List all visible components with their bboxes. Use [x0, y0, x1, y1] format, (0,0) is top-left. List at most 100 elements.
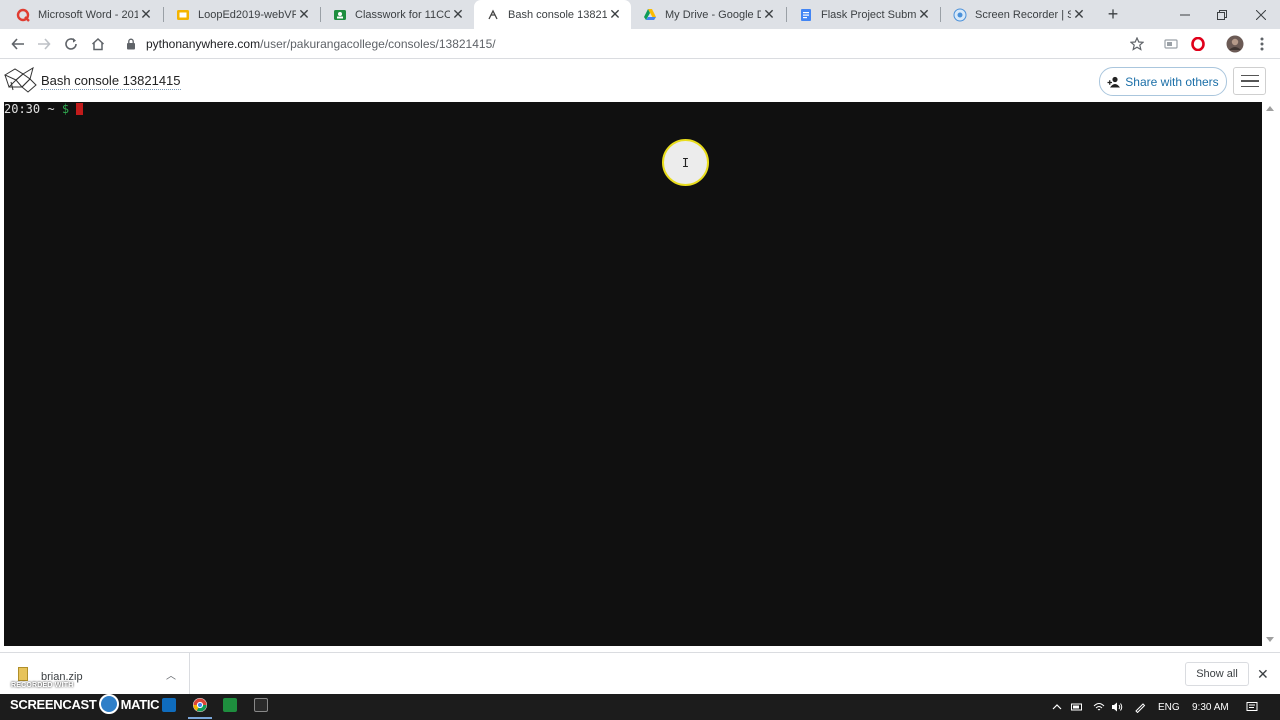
minimize-icon	[1180, 14, 1190, 15]
volume-icon[interactable]	[1111, 701, 1123, 713]
tab-my-drive[interactable]: My Drive - Google Dri ✕	[631, 0, 785, 29]
hamburger-line	[1240, 80, 1259, 82]
hamburger-line	[1240, 74, 1259, 77]
close-tab-icon[interactable]: ✕	[1071, 6, 1087, 23]
address-bar[interactable]: pythonanywhere.com /user/pakurangacolleg…	[117, 32, 1151, 56]
shell-prompt: 20:30 ~ $	[4, 102, 84, 116]
battery-icon[interactable]	[1071, 701, 1083, 713]
watermark-brand-left: SCREENCAST	[10, 696, 97, 712]
pen-icon[interactable]	[1134, 701, 1146, 714]
outlook-taskbar-icon[interactable]	[162, 698, 176, 712]
bookmark-button[interactable]	[1125, 32, 1149, 56]
forward-button[interactable]	[32, 32, 56, 56]
close-window-button[interactable]	[1242, 0, 1280, 29]
extension-opera-button[interactable]	[1186, 32, 1210, 56]
tab-bash-console[interactable]: Bash console 138214 ✕	[474, 0, 631, 29]
close-tab-icon[interactable]: ✕	[138, 6, 154, 23]
chrome-taskbar-icon[interactable]	[193, 698, 207, 712]
tab-looped-webvr[interactable]: LoopEd2019-webVR - ✕	[164, 0, 320, 29]
drive-icon	[643, 8, 657, 22]
prompt-time: 20:30	[4, 102, 41, 116]
tab-title: Microsoft Word - 2019	[38, 8, 138, 21]
scroll-up-arrow-icon[interactable]	[1266, 106, 1274, 111]
tab-microsoft-word[interactable]: Microsoft Word - 2019 ✕	[4, 0, 162, 29]
screencast-logo-icon	[98, 694, 119, 714]
tab-title: My Drive - Google Dri	[665, 8, 761, 21]
zip-file-icon	[18, 667, 28, 681]
terminal-cursor	[76, 103, 84, 115]
browser-menu-button[interactable]	[1250, 32, 1274, 56]
taskbar-clock[interactable]: 9:30 AM	[1192, 694, 1229, 720]
reload-button[interactable]	[59, 32, 83, 56]
recorded-with-label: RECORDED WITH	[11, 682, 74, 689]
url-path: /user/pakurangacollege/consoles/13821415…	[260, 37, 496, 51]
restore-button[interactable]	[1203, 0, 1241, 29]
lock-icon	[126, 38, 136, 50]
prompt-directory: ~	[47, 102, 55, 116]
bash-terminal[interactable]: 20:30 ~ $	[4, 102, 1262, 646]
browser-tab-strip: Microsoft Word - 2019 ✕ LoopEd2019-webVR…	[0, 0, 1280, 29]
pythonanywhere-logo-icon[interactable]	[3, 65, 37, 95]
tab-flask-project[interactable]: Flask Project Submissi ✕	[787, 0, 940, 29]
reload-icon	[65, 38, 77, 50]
cast-icon	[1164, 39, 1178, 49]
chevron-up-icon[interactable]: ︿	[166, 667, 176, 682]
notifications-icon[interactable]	[1246, 701, 1258, 713]
restore-icon	[1217, 9, 1227, 20]
show-hidden-icons-icon[interactable]	[1051, 701, 1063, 713]
share-button-label: Share with others	[1125, 74, 1219, 89]
new-tab-button[interactable]: +	[1103, 4, 1123, 24]
avatar-icon	[1226, 35, 1244, 53]
more-vertical-icon	[1260, 37, 1264, 51]
home-icon	[91, 37, 105, 51]
download-shelf: brian.zip ︿ Show all ✕	[0, 652, 1280, 695]
docs-icon	[799, 8, 813, 22]
opera-icon	[1191, 37, 1205, 51]
close-tab-icon[interactable]: ✕	[296, 6, 312, 23]
tab-title: Bash console 138214	[508, 8, 607, 21]
tab-screen-recorder[interactable]: Screen Recorder | Scre ✕	[941, 0, 1095, 29]
close-shelf-icon[interactable]: ✕	[1257, 666, 1269, 683]
pythonanywhere-icon	[486, 8, 500, 22]
close-icon	[1256, 9, 1266, 20]
input-language[interactable]: ENG	[1158, 694, 1180, 720]
prompt-symbol: $	[61, 102, 70, 116]
close-tab-icon[interactable]: ✕	[450, 6, 466, 23]
console-title[interactable]: Bash console 13821415	[41, 73, 181, 90]
tab-title: LoopEd2019-webVR -	[198, 8, 296, 21]
show-all-downloads-button[interactable]: Show all	[1185, 662, 1249, 686]
tab-title: Classwork for 11COM	[355, 8, 450, 21]
hamburger-menu-button[interactable]	[1233, 67, 1266, 95]
minimize-button[interactable]	[1166, 0, 1204, 29]
close-tab-icon[interactable]: ✕	[916, 6, 932, 23]
share-with-others-button[interactable]: Share with others	[1099, 67, 1227, 96]
notepad-taskbar-icon[interactable]	[223, 698, 237, 712]
profile-avatar[interactable]	[1223, 32, 1247, 56]
back-arrow-icon	[11, 38, 24, 50]
tab-title: Screen Recorder | Scre	[975, 8, 1071, 21]
text-cursor-icon: I	[681, 155, 690, 170]
terminal-scrollbar[interactable]	[1262, 102, 1280, 646]
active-app-indicator	[188, 717, 212, 719]
screencast-watermark: SCREENCAST MATIC	[10, 694, 160, 714]
add-user-icon	[1107, 76, 1121, 88]
scroll-down-arrow-icon[interactable]	[1266, 637, 1274, 642]
slides-icon	[176, 8, 190, 22]
home-button[interactable]	[86, 32, 110, 56]
console-header: Bash console 13821415 Share with others	[0, 60, 1280, 102]
quip-icon	[16, 8, 30, 22]
hamburger-line	[1240, 85, 1259, 88]
terminal-taskbar-icon[interactable]	[254, 698, 268, 712]
tab-classwork[interactable]: Classwork for 11COM ✕	[321, 0, 474, 29]
url-host: pythonanywhere.com	[146, 37, 261, 51]
watermark-brand-right: MATIC	[120, 696, 160, 712]
forward-arrow-icon	[38, 38, 51, 50]
back-button[interactable]	[6, 32, 30, 56]
mouse-click-highlight: I	[662, 139, 709, 186]
close-tab-icon[interactable]: ✕	[607, 6, 623, 23]
star-icon	[1130, 37, 1144, 51]
close-tab-icon[interactable]: ✕	[761, 6, 777, 23]
wifi-icon[interactable]	[1093, 701, 1105, 713]
extension-cast-button[interactable]	[1159, 32, 1183, 56]
classroom-icon	[333, 8, 347, 22]
